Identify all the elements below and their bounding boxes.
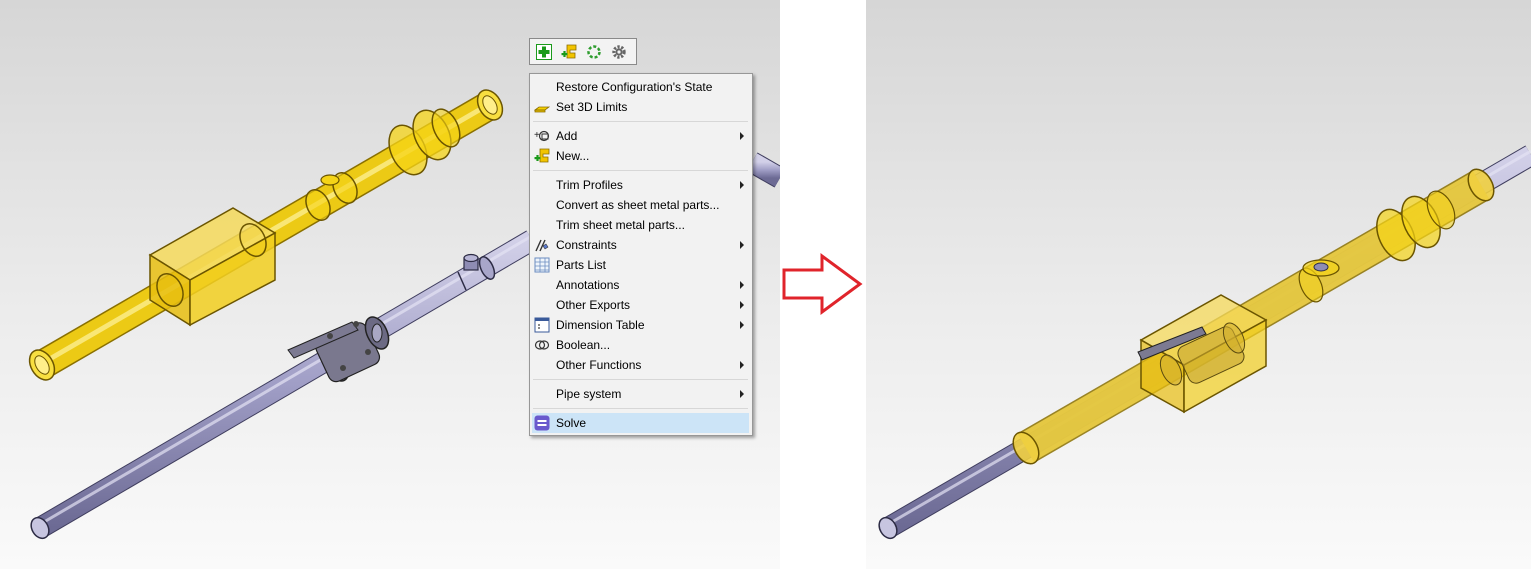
menu-item-other-functions[interactable]: Other Functions	[530, 355, 752, 375]
assembly-after-render	[878, 145, 1531, 540]
menu-item-solve[interactable]: Solve	[532, 413, 749, 433]
add-icon[interactable]	[534, 42, 554, 62]
submenu-arrow-icon	[740, 390, 744, 398]
menu-item-label: Constraints	[556, 238, 617, 252]
menu-separator	[533, 121, 748, 122]
menu-item-label: Trim Profiles	[556, 178, 623, 192]
menu-item-label: Solve	[556, 416, 587, 430]
mini-toolbar	[529, 38, 637, 65]
solve-icon	[534, 415, 550, 431]
menu-item-label: Other Functions	[556, 358, 642, 372]
menu-item-annotations[interactable]: Annotations	[530, 275, 752, 295]
menu-item-dimension-table[interactable]: Dimension Table	[530, 315, 752, 335]
menu-item-label: Boolean...	[556, 338, 611, 352]
viewport-after[interactable]	[866, 0, 1531, 569]
menu-item-trim-sheet-metal[interactable]: Trim sheet metal parts...	[530, 215, 752, 235]
refresh-icon[interactable]	[584, 42, 604, 62]
menu-item-new[interactable]: New...	[530, 146, 752, 166]
new-part-icon	[534, 148, 550, 164]
menu-separator	[533, 170, 748, 171]
menu-item-pipe-system[interactable]: Pipe system	[530, 384, 752, 404]
menu-item-label: Annotations	[556, 278, 620, 292]
menu-item-label: Parts List	[556, 258, 607, 272]
constraints-icon	[534, 237, 550, 253]
menu-item-label: Pipe system	[556, 387, 622, 401]
menu-separator	[533, 408, 748, 409]
menu-item-label: Other Exports	[556, 298, 631, 312]
settings-gear-icon[interactable]	[609, 42, 629, 62]
menu-item-convert-sheet-metal[interactable]: Convert as sheet metal parts...	[530, 195, 752, 215]
submenu-arrow-icon	[740, 321, 744, 329]
menu-item-label: Add	[556, 129, 578, 143]
transparent-box-part	[1137, 294, 1268, 414]
transparent-box-part	[148, 207, 277, 327]
boolean-icon	[534, 337, 550, 353]
dimension-table-icon	[534, 317, 550, 333]
menu-item-parts-list[interactable]: Parts List	[530, 255, 752, 275]
submenu-arrow-icon	[740, 361, 744, 369]
menu-item-set-3d-limits[interactable]: Set 3D Limits	[530, 97, 752, 117]
submenu-arrow-icon	[740, 301, 744, 309]
submenu-arrow-icon	[740, 181, 744, 189]
menu-item-label: Set 3D Limits	[556, 100, 628, 114]
menu-separator	[533, 379, 748, 380]
menu-item-other-exports[interactable]: Other Exports	[530, 295, 752, 315]
submenu-arrow-icon	[740, 241, 744, 249]
new-part-icon[interactable]	[559, 42, 579, 62]
context-menu: Restore Configuration's State Set 3D Lim…	[529, 73, 753, 436]
submenu-arrow-icon	[740, 132, 744, 140]
menu-item-trim-profiles[interactable]: Trim Profiles	[530, 175, 752, 195]
parts-list-icon	[534, 257, 550, 273]
submenu-arrow-icon	[740, 281, 744, 289]
add-component-icon: +	[534, 128, 550, 144]
menu-item-add[interactable]: + Add	[530, 126, 752, 146]
menu-item-restore-configuration-state[interactable]: Restore Configuration's State	[530, 77, 752, 97]
menu-item-label: Dimension Table	[556, 318, 645, 332]
menu-item-boolean[interactable]: Boolean...	[530, 335, 752, 355]
menu-item-label: New...	[556, 149, 590, 163]
menu-item-label: Restore Configuration's State	[556, 80, 713, 94]
menu-item-label: Convert as sheet metal parts...	[556, 198, 720, 212]
transparent-rings	[1302, 190, 1456, 277]
3d-limits-icon	[534, 99, 550, 115]
menu-item-label: Trim sheet metal parts...	[556, 218, 685, 232]
transition-arrow-icon	[782, 253, 863, 315]
viewport-before[interactable]: Restore Configuration's State Set 3D Lim…	[0, 0, 780, 569]
menu-item-constraints[interactable]: Constraints	[530, 235, 752, 255]
